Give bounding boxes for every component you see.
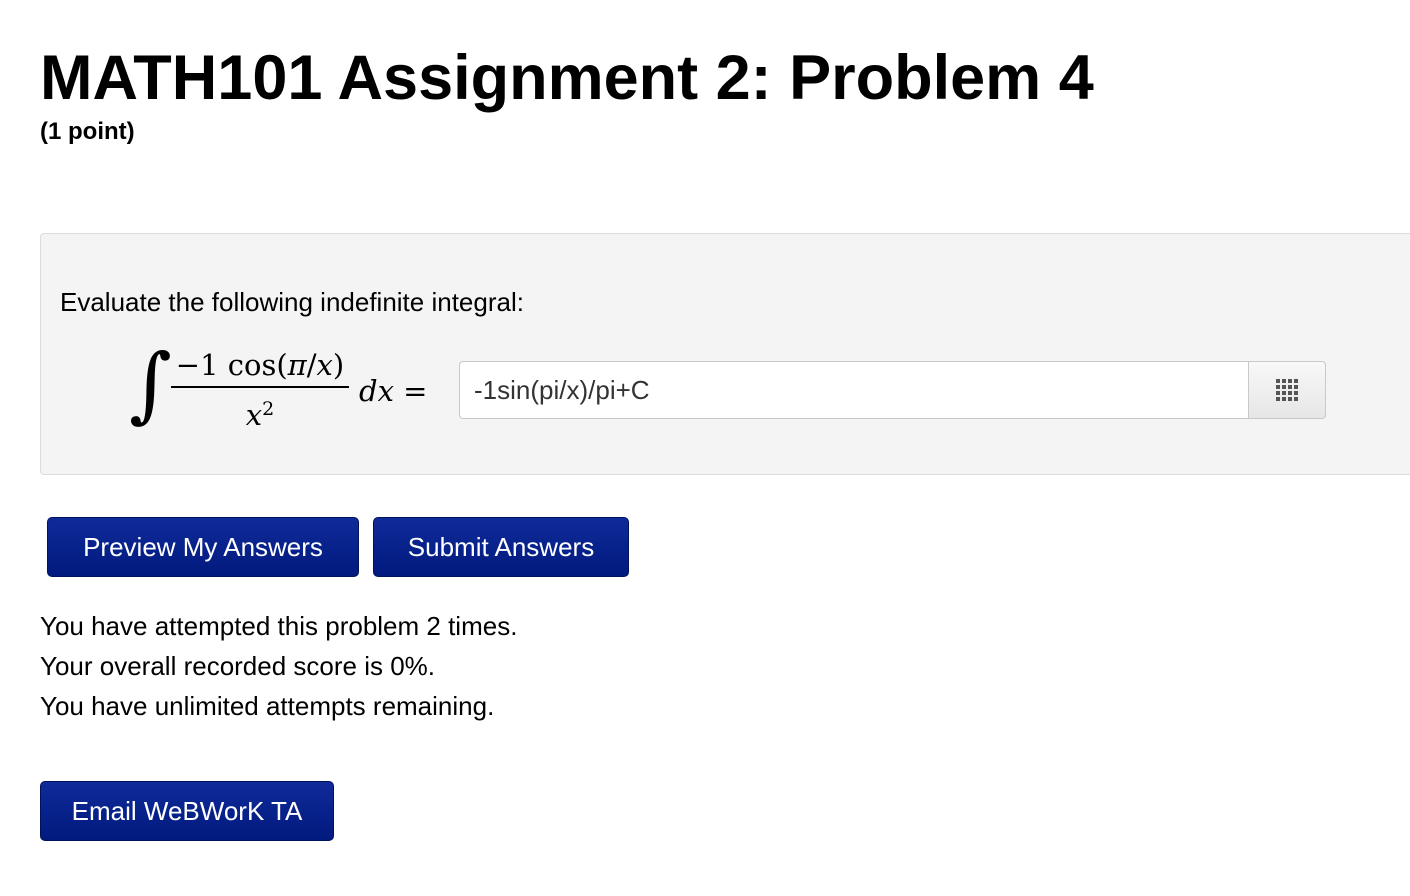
numerator-x: x — [316, 348, 333, 382]
denominator-base: x — [245, 398, 263, 432]
points-label: (1 point) — [40, 118, 135, 145]
denominator-exponent: 2 — [262, 398, 275, 420]
remaining-text: You have unlimited attempts remaining. — [40, 691, 495, 721]
denominator: x2 — [171, 392, 349, 432]
numerator-open: ( — [276, 348, 288, 382]
integral-sign: ∫ — [129, 337, 172, 432]
answer-input[interactable] — [459, 361, 1249, 419]
differential-equals: dx = — [359, 372, 427, 410]
equals-sign: = — [403, 374, 428, 408]
attempt-status: You have attempted this problem 2 times.… — [40, 606, 517, 726]
differential: dx — [359, 374, 394, 408]
email-ta-button[interactable]: Email WeBWorK TA — [40, 781, 334, 841]
grid-icon — [1276, 379, 1298, 401]
numerator-coef: −1 — [175, 348, 219, 382]
attempts-text: You have attempted this problem 2 times. — [40, 611, 518, 641]
numerator-func: cos — [227, 348, 277, 382]
numerator: −1 cos(π/x) — [171, 346, 349, 384]
page-title: MATH101 Assignment 2: Problem 4 — [40, 43, 1094, 113]
problem-prompt: Evaluate the following indefinite integr… — [60, 287, 524, 317]
equation-palette-button[interactable] — [1248, 361, 1326, 419]
fraction: −1 cos(π/x) x2 — [171, 346, 349, 432]
answer-group — [459, 361, 1327, 419]
integral-expression: ∫ −1 cos(π/x) x2 dx = — [129, 337, 469, 442]
preview-answers-button[interactable]: Preview My Answers — [47, 517, 359, 577]
numerator-slash: / — [306, 348, 317, 382]
problem-box: Evaluate the following indefinite integr… — [40, 233, 1410, 475]
fraction-bar — [171, 386, 349, 388]
numerator-close: ) — [332, 348, 345, 382]
submit-answers-button[interactable]: Submit Answers — [373, 517, 629, 577]
score-text: Your overall recorded score is 0%. — [40, 651, 436, 681]
numerator-pi: π — [287, 348, 307, 382]
